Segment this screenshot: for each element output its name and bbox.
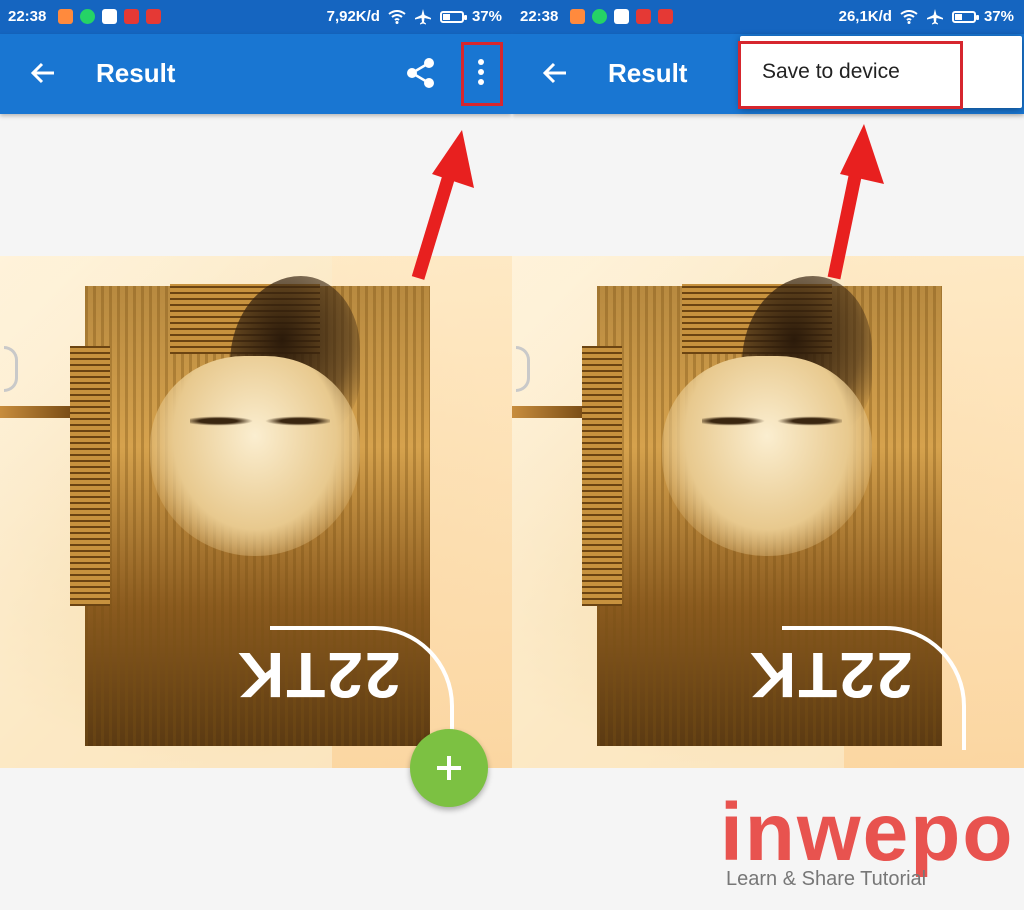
network-speed: 7,92K/d xyxy=(326,8,380,25)
battery-percent: 37% xyxy=(983,8,1014,25)
app-notification-icon xyxy=(124,9,139,24)
wifi-icon xyxy=(388,9,406,24)
arrow-back-icon[interactable] xyxy=(28,58,58,88)
google-icon xyxy=(102,9,117,24)
shirt-text: 22TK xyxy=(748,639,913,711)
logo-text: inwepo xyxy=(720,787,1015,878)
portrait-face xyxy=(662,356,872,556)
airplane-icon xyxy=(414,8,431,24)
right-screen: 22:38 26,1K/d 37% Result Save to device xyxy=(512,0,1024,910)
battery-icon xyxy=(951,10,979,23)
left-screen: 22:38 7,92K/d 37% Result 22TK xyxy=(0,0,512,910)
app-notification-icon xyxy=(658,9,673,24)
result-photo: 22TK xyxy=(0,256,512,768)
notification-icon xyxy=(58,9,73,24)
logo-tagline: Learn & Share Tutorial xyxy=(726,868,927,890)
result-photo: 22TK xyxy=(512,256,1024,768)
network-speed: 26,1K/d xyxy=(838,8,892,25)
menu-item-highlight xyxy=(738,41,963,109)
shirt-text: 22TK xyxy=(236,639,401,711)
red-arrow-icon xyxy=(411,130,474,280)
notification-icon xyxy=(570,9,585,24)
airplane-icon xyxy=(926,8,943,24)
app-notification-icon xyxy=(146,9,161,24)
app-notification-icon xyxy=(636,9,651,24)
status-time: 22:38 xyxy=(8,8,47,25)
whatsapp-icon xyxy=(80,9,95,24)
status-time: 22:38 xyxy=(520,8,559,25)
plus-icon xyxy=(437,756,461,780)
google-icon xyxy=(614,9,629,24)
app-bar: Result xyxy=(0,34,512,114)
menu-button-highlight xyxy=(461,42,503,106)
wifi-icon xyxy=(900,9,918,24)
status-bar: 22:38 26,1K/d 37% xyxy=(512,0,1024,34)
red-arrow-icon xyxy=(827,124,884,280)
arrow-back-icon[interactable] xyxy=(540,58,570,88)
watermark-logo: inwepo Learn & Share Tutorial xyxy=(720,787,1012,900)
portrait-face xyxy=(150,356,360,556)
whatsapp-icon xyxy=(592,9,607,24)
add-fab-button[interactable] xyxy=(410,729,488,807)
status-bar: 22:38 7,92K/d 37% xyxy=(0,0,512,34)
page-title: Result xyxy=(96,58,176,88)
share-icon[interactable] xyxy=(404,56,438,90)
battery-percent: 37% xyxy=(471,8,502,25)
battery-icon xyxy=(439,10,467,23)
page-title: Result xyxy=(608,58,688,88)
